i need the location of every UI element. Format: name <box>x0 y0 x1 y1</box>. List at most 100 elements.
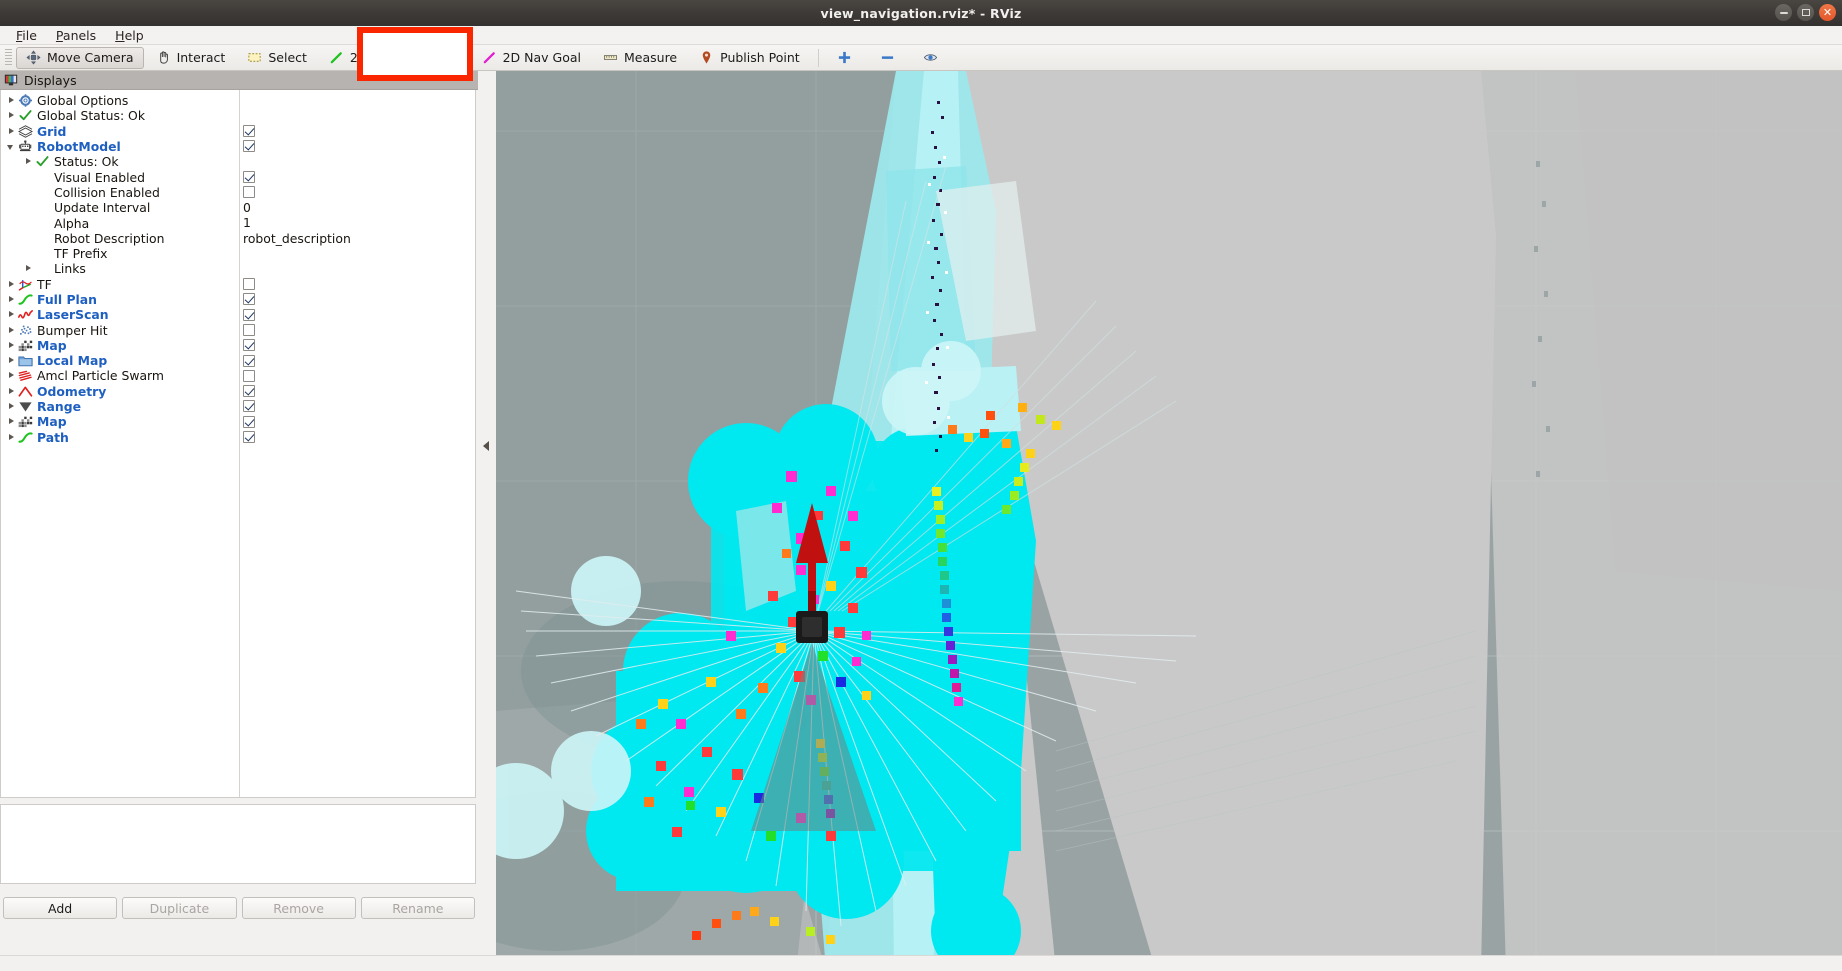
check-icon <box>36 156 49 167</box>
expand-arrow-closed-icon[interactable] <box>7 387 16 396</box>
tool-select[interactable]: Select <box>237 47 317 69</box>
expand-arrow-closed-icon[interactable] <box>7 111 16 120</box>
tree-row-map[interactable]: Map <box>1 338 475 353</box>
tree-row-full-plan[interactable]: Full Plan <box>1 292 475 307</box>
checkbox-checked[interactable] <box>243 354 255 367</box>
tree-row-robot-description[interactable]: Robot Description robot_description <box>1 231 475 246</box>
expand-arrow-closed-icon[interactable] <box>7 295 16 304</box>
remove-icon <box>881 56 893 59</box>
checkbox-checked[interactable] <box>243 431 255 444</box>
tree-row-robotmodel[interactable]: RobotModel <box>1 139 475 154</box>
checkbox-unchecked[interactable] <box>243 323 255 336</box>
checkbox-checked[interactable] <box>243 170 255 183</box>
duplicate-button[interactable]: Duplicate <box>122 897 237 919</box>
expand-arrow-closed-icon[interactable] <box>24 264 33 273</box>
maximize-button[interactable] <box>1797 4 1814 21</box>
tree-row-tf-prefix[interactable]: TF Prefix <box>1 246 475 261</box>
tool-move-camera[interactable]: Move Camera <box>16 46 144 69</box>
tree-row-alpha[interactable]: Alpha 1 <box>1 215 475 230</box>
tree-row-collision-enabled[interactable]: Collision Enabled <box>1 185 475 200</box>
panel-splitter[interactable] <box>478 71 496 971</box>
expand-arrow-closed-icon[interactable] <box>7 417 16 426</box>
tree-row-grid[interactable]: Grid <box>1 124 475 139</box>
pointcloud-icon <box>19 325 32 335</box>
checkbox-checked[interactable] <box>243 385 255 398</box>
checkbox-checked[interactable] <box>243 125 255 138</box>
tree-item-label: Amcl Particle Swarm <box>37 368 164 384</box>
tree-item-value[interactable]: 1 <box>243 215 251 230</box>
expand-arrow-closed-icon[interactable] <box>7 371 16 380</box>
close-button[interactable]: ✕ <box>1819 4 1836 21</box>
tree-row-local-map[interactable]: Local Map <box>1 353 475 368</box>
rename-button[interactable]: Rename <box>360 897 475 919</box>
expand-arrow-open-icon[interactable] <box>7 142 16 151</box>
checkbox-checked[interactable] <box>243 339 255 352</box>
tree-item-value[interactable]: robot_description <box>243 231 351 246</box>
expand-arrow-closed-icon[interactable] <box>7 280 16 289</box>
expand-arrow-closed-icon[interactable] <box>7 96 16 105</box>
arrow-spacer <box>24 203 33 212</box>
expand-arrow-closed-icon[interactable] <box>7 402 16 411</box>
expand-arrow-closed-icon[interactable] <box>7 356 16 365</box>
checkbox-checked[interactable] <box>243 415 255 428</box>
tree-item-label: Status: Ok <box>54 154 119 170</box>
tree-row-amcl-particle-swarm[interactable]: Amcl Particle Swarm <box>1 368 475 383</box>
checkbox-checked[interactable] <box>243 293 255 306</box>
icon-spacer <box>35 201 50 214</box>
magenta-arrow-icon <box>483 52 495 64</box>
remove-button[interactable]: Remove <box>241 897 356 919</box>
expand-arrow-closed-icon[interactable] <box>7 127 16 136</box>
tool-visibility[interactable] <box>913 47 954 69</box>
tree-item-label: Range <box>37 399 81 415</box>
menu-file[interactable]: File <box>8 27 45 44</box>
checkbox-unchecked[interactable] <box>243 369 255 382</box>
tool-2d-nav-goal[interactable]: 2D Nav Goal <box>472 47 591 69</box>
expand-arrow-closed-icon[interactable] <box>7 433 16 442</box>
toolbar-grip[interactable] <box>5 48 12 67</box>
expand-arrow-closed-icon[interactable] <box>24 157 33 166</box>
tree-row-path[interactable]: Path <box>1 430 475 445</box>
expand-arrow-closed-icon[interactable] <box>7 341 16 350</box>
displays-tree[interactable]: Global Options Global Status: Ok Grid Robot… <box>0 90 476 798</box>
icon-spacer <box>35 247 50 260</box>
robot-icon <box>19 140 32 152</box>
tree-row-update-interval[interactable]: Update Interval 0 <box>1 200 475 215</box>
add-button[interactable]: Add <box>3 897 118 919</box>
tree-row-global-status-ok[interactable]: Global Status: Ok <box>1 108 475 123</box>
tree-row-range[interactable]: Range <box>1 399 475 414</box>
tool-focus-camera[interactable] <box>827 47 868 69</box>
tool-remove[interactable] <box>870 47 911 69</box>
checkbox-unchecked[interactable] <box>243 186 255 199</box>
tree-row-bumper-hit[interactable]: Bumper Hit <box>1 322 475 338</box>
minimize-button[interactable] <box>1775 4 1792 21</box>
checkbox-checked[interactable] <box>243 140 255 153</box>
icon-spacer <box>35 232 50 245</box>
arrow-spacer <box>24 249 33 258</box>
tool-measure[interactable]: Measure <box>593 47 687 69</box>
collapse-panel-arrow-icon[interactable] <box>483 441 489 451</box>
tool-interact[interactable]: Interact <box>146 47 236 69</box>
tree-row-map[interactable]: Map <box>1 414 475 429</box>
tree-row-visual-enabled[interactable]: Visual Enabled <box>1 169 475 185</box>
menu-help[interactable]: Help <box>107 27 152 44</box>
tree-item-value[interactable]: 0 <box>243 200 251 215</box>
tree-row-tf[interactable]: TF <box>1 277 475 292</box>
expand-arrow-closed-icon[interactable] <box>7 310 16 319</box>
grid-icon <box>18 124 33 138</box>
display-details-box <box>0 804 476 884</box>
checkbox-checked[interactable] <box>243 400 255 413</box>
arrow-spacer <box>24 188 33 197</box>
expand-arrow-closed-icon[interactable] <box>7 326 16 335</box>
tree-row-status-ok[interactable]: Status: Ok <box>1 154 475 169</box>
laserscan-icon <box>18 310 33 319</box>
3d-render-view[interactable] <box>496 71 1842 971</box>
window-controls: ✕ <box>1775 4 1836 21</box>
menu-panels[interactable]: Panels <box>48 27 104 44</box>
checkbox-checked[interactable] <box>243 308 255 321</box>
tree-row-global-options[interactable]: Global Options <box>1 93 475 108</box>
tree-row-odometry[interactable]: Odometry <box>1 384 475 399</box>
checkbox-unchecked[interactable] <box>243 278 255 291</box>
tool-publish-point[interactable]: Publish Point <box>689 47 810 69</box>
tree-row-laserscan[interactable]: LaserScan <box>1 307 475 322</box>
tree-row-links[interactable]: Links <box>1 261 475 276</box>
